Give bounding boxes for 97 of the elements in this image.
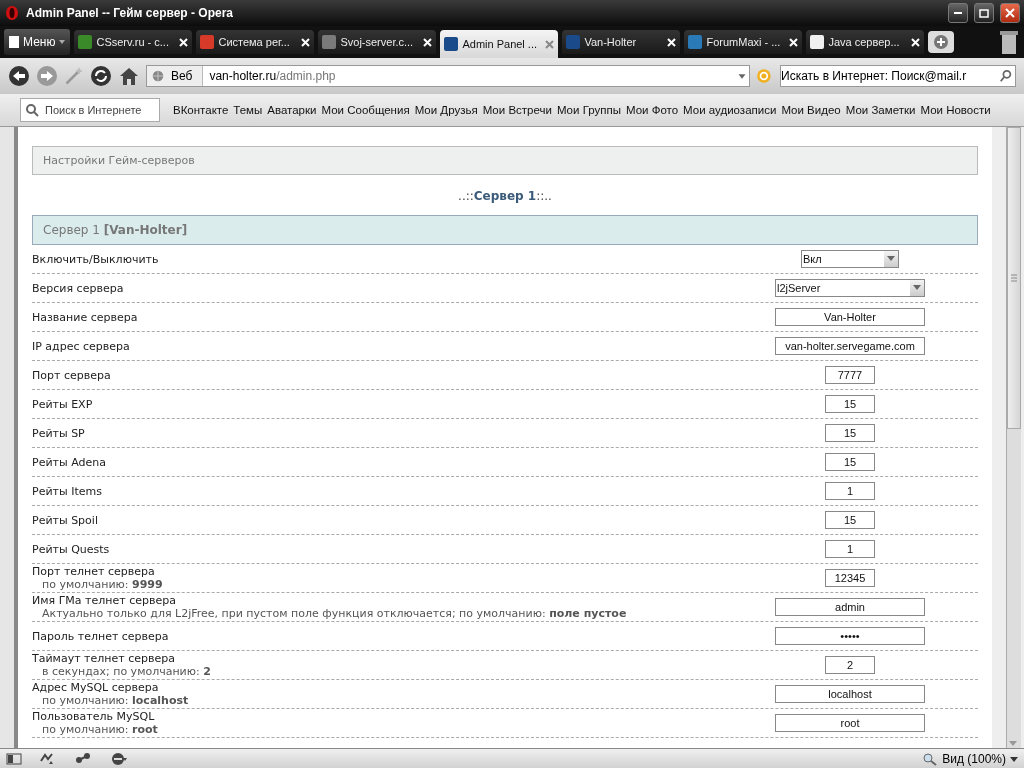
section-title: Настройки Гейм-серверов [32, 146, 978, 175]
bookmark-link[interactable]: Мои Заметки [845, 104, 916, 116]
setting-hint: по умолчанию: root [41, 723, 159, 736]
minimize-icon [954, 12, 962, 14]
page-icon [8, 35, 20, 49]
setting-label: Адрес MySQL сервера [32, 681, 160, 694]
setting-label: Пользователь MySQL [32, 710, 156, 723]
close-icon [1005, 8, 1015, 18]
setting-label: Рейты EXP [32, 397, 94, 411]
dropdown[interactable]: Вкл [801, 250, 899, 268]
search-icon [999, 69, 1013, 83]
setting-label: Таймаут телнет сервера [32, 652, 176, 665]
text-field[interactable]: 15 [825, 395, 875, 413]
back-button[interactable] [8, 65, 30, 87]
bookmark-link[interactable]: Мои Друзья [414, 104, 478, 116]
browser-tab[interactable]: CSserv.ru - с... [74, 30, 193, 54]
maximize-button[interactable] [974, 3, 994, 23]
server-title: Сервер 1 [Van-Holter] [43, 223, 188, 237]
web-search-field[interactable]: Поиск в Интернете [20, 98, 160, 122]
browser-tab[interactable]: Admin Panel ... [440, 30, 559, 58]
text-field[interactable]: root [775, 714, 925, 732]
text-field[interactable]: 7777 [825, 366, 875, 384]
home-button[interactable] [118, 65, 140, 87]
text-field[interactable]: 12345 [825, 569, 875, 587]
trash-icon[interactable] [998, 29, 1020, 55]
setting-label: Рейты Items [32, 484, 103, 498]
caret-icon [1010, 755, 1018, 763]
menu-button[interactable]: Меню [4, 29, 71, 55]
zoom-control[interactable]: Вид (100%) [922, 752, 1018, 766]
wand-icon [64, 66, 84, 86]
caret-icon [913, 285, 921, 291]
setting-hint: по умолчанию: 9999 [41, 578, 164, 591]
browser-tab[interactable]: ForumMaxi - ... [684, 30, 803, 54]
text-field[interactable]: localhost [775, 685, 925, 703]
setting-label: Название сервера [32, 310, 139, 324]
dropdown[interactable]: l2jServer [775, 279, 925, 297]
bookmark-link[interactable]: Мои Группы [556, 104, 621, 116]
window-title: Admin Panel -- Гейм сервер - Opera [26, 6, 235, 20]
bookmark-link[interactable]: Мои Сообщения [321, 104, 410, 116]
scope-label: Веб [171, 69, 193, 83]
setting-hint: Актуально только для L2jFree, при пустом поле функция отключается; по умолчанию: поле пустое [41, 607, 628, 620]
scrollbar-thumb[interactable] [1007, 127, 1021, 429]
forward-button[interactable] [36, 65, 58, 87]
setting-label: Рейты Adena [32, 455, 107, 469]
setting-label: Имя ГМа телнет сервера [32, 594, 177, 607]
setting-hint: по умолчанию: localhost [41, 694, 190, 707]
setting-label: Включить/Выключить [32, 252, 160, 266]
setting-label: Рейты Spoil [32, 513, 99, 527]
url-host: van-holter.ru [209, 69, 277, 83]
setting-label: Порт сервера [32, 368, 112, 382]
magnifier-icon [922, 752, 939, 766]
new-tab-button[interactable] [928, 31, 955, 53]
opera-logo-icon [4, 5, 20, 21]
search-field[interactable]: Искать в Интернет: Поиск@mail.r [780, 65, 1016, 87]
password-field[interactable]: ••••• [775, 627, 925, 645]
search-engine-icon [756, 67, 774, 85]
bookmark-link[interactable]: Мои Новости [920, 104, 991, 116]
search-icon [25, 103, 39, 117]
server-heading: ..::Сервер 1::.. [457, 189, 553, 203]
setting-label: Пароль телнет сервера [32, 629, 170, 643]
setting-label: Рейты Quests [32, 542, 111, 556]
bookmark-link[interactable]: Темы [233, 104, 263, 116]
text-field[interactable]: admin [775, 598, 925, 616]
bookmark-link[interactable]: Мои Фото [625, 104, 679, 116]
setting-label: IP адрес сервера [32, 339, 131, 353]
bookmark-link[interactable]: Мои аудиозаписи [683, 104, 777, 116]
text-field[interactable]: 15 [825, 453, 875, 471]
setting-label: Рейты SP [32, 426, 86, 440]
text-field[interactable]: 2 [825, 656, 875, 674]
maximize-icon [979, 8, 989, 18]
browser-tab[interactable]: Java сервер... [806, 30, 925, 54]
text-field[interactable]: 15 [825, 424, 875, 442]
caret-icon [58, 38, 67, 46]
bookmark-link[interactable]: Мои Видео [781, 104, 841, 116]
grip-icon [1011, 274, 1017, 282]
bookmark-link[interactable]: ВКонтакте [173, 104, 229, 116]
setting-label: Версия сервера [32, 281, 125, 295]
setting-hint: в секундах; по умолчанию: 2 [41, 665, 212, 678]
text-field[interactable]: 1 [825, 540, 875, 558]
setting-label: Порт телнет сервера [32, 565, 156, 578]
text-field[interactable]: 15 [825, 511, 875, 529]
bookmark-link[interactable]: Аватарки [267, 104, 317, 116]
reload-button[interactable] [90, 65, 112, 87]
close-button[interactable] [1000, 3, 1020, 23]
globe-icon [151, 69, 165, 83]
text-field[interactable]: Van-Holter [775, 308, 925, 326]
panel-toggle-icon [6, 751, 22, 767]
browser-tab[interactable]: Svoj-server.c... [318, 30, 437, 54]
browser-tab[interactable]: Система рег... [196, 30, 315, 54]
text-field[interactable]: van-holter.servegame.com [775, 337, 925, 355]
bookmark-link[interactable]: Мои Встречи [482, 104, 552, 116]
url-path: /admin.php [276, 69, 336, 83]
minimize-button[interactable] [948, 3, 968, 23]
address-field[interactable]: Веб van-holter.ru/admin.php [146, 65, 750, 87]
browser-tab[interactable]: Van-Holter [562, 30, 681, 54]
text-field[interactable]: 1 [825, 482, 875, 500]
caret-icon [887, 256, 895, 262]
